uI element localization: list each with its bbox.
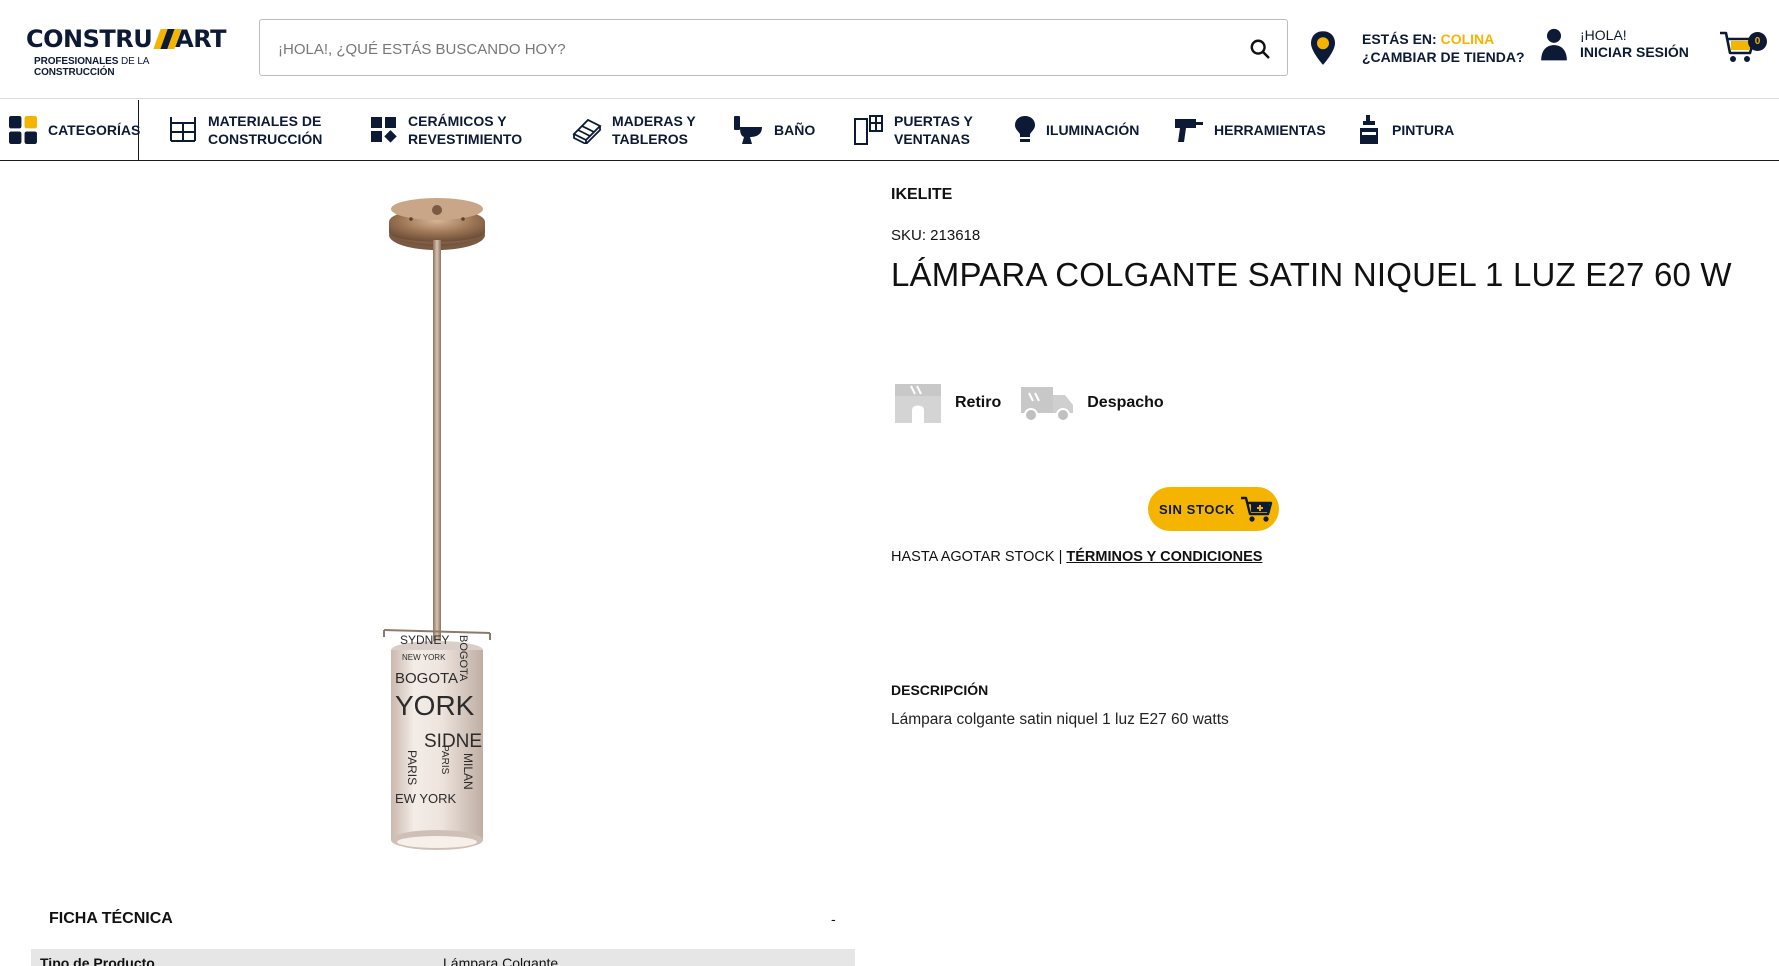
categories-label: CATEGORÍAS: [48, 122, 141, 138]
nav-maderas[interactable]: MADERAS Y TABLEROS: [572, 100, 696, 160]
lightbulb-icon: [1015, 116, 1035, 142]
lamp-print-newyork: NEW YORK: [402, 653, 446, 662]
greeting-text: ¡HOLA!: [1580, 27, 1627, 43]
pickup-label: Retiro: [955, 394, 1002, 411]
nav-herramientas[interactable]: HERRAMIENTAS: [1174, 100, 1326, 160]
logo-m-mark: [153, 29, 182, 49]
logo-tagline: PROFESIONALES DE LA CONSTRUCCIÓN: [34, 56, 149, 78]
add-to-cart-icon: [1240, 496, 1273, 522]
nav-label-line1: PUERTAS Y: [894, 113, 973, 129]
description-text: Lámpara colgante satin niquel 1 luz E27 …: [891, 711, 1229, 728]
door-window-icon: [854, 115, 883, 145]
lamp-print-bogota: BOGOTA: [395, 670, 458, 687]
nav-label-line2: CONSTRUCCIÓN: [208, 131, 323, 147]
nav-label-line1: CERÁMICOS Y: [408, 113, 507, 129]
ficha-tecnica-heading[interactable]: FICHA TÉCNICA: [49, 910, 173, 928]
ficha-collapse-toggle[interactable]: -: [831, 911, 836, 927]
tiles-icon: [371, 117, 397, 143]
stock-button-label: SIN STOCK: [1159, 501, 1235, 517]
nav-materiales[interactable]: MATERIALES DE CONSTRUCCIÓN: [168, 100, 322, 160]
logo-text-right: ART: [175, 25, 226, 53]
table-row: Tipo de Producto Lámpara Colgante: [31, 949, 855, 966]
scaffold-icon: [170, 117, 196, 142]
store-pickup-icon: [895, 384, 941, 423]
search-input[interactable]: [278, 38, 1208, 60]
stock-terms: HASTA AGOTAR STOCK | TÉRMINOS Y CONDICIO…: [891, 549, 1262, 565]
lamp-print-york: YORK: [395, 690, 475, 721]
current-store: ESTÁS EN: COLINA: [1362, 31, 1495, 47]
nav-label-line2: VENTANAS: [894, 131, 970, 147]
location-pin-icon: [1311, 31, 1335, 65]
delivery-truck-icon: [1021, 387, 1074, 422]
logo-text-left: CONSTRU: [26, 25, 153, 53]
login-link[interactable]: INICIAR SESIÓN: [1580, 44, 1689, 61]
nav-bano[interactable]: BAÑO: [732, 100, 815, 160]
delivery-options: Retiro Despacho: [893, 382, 1182, 424]
store-selector[interactable]: ESTÁS EN: COLINA ¿CAMBIAR DE TIENDA?: [1308, 28, 1525, 68]
cart-button[interactable]: 0: [1718, 28, 1768, 68]
pickup-option: Retiro: [893, 382, 1001, 424]
wood-boards-icon: [572, 118, 602, 144]
search-bar: [259, 19, 1288, 76]
lamp-print-ewyork: EW YORK: [395, 791, 456, 806]
lamp-print-sidne: SIDNE: [424, 731, 482, 752]
site-header: CONSTRU ART PROFESIONALES DE LA CONSTRUC…: [0, 0, 1779, 99]
pendant-lamp-illustration: SYDNEY NEW YORK BOGOTA YORK SIDNE PARIS …: [383, 198, 491, 850]
main-nav: CATEGORÍAS MATERIALES DE CONSTRUCCIÓN CER…: [0, 100, 1779, 161]
nav-label-line1: MATERIALES DE: [208, 113, 322, 129]
nav-label-line1: ILUMINACIÓN: [1046, 122, 1140, 138]
lamp-print-paris-2: PARIS: [439, 745, 450, 775]
shipping-label: Despacho: [1087, 394, 1164, 411]
terms-text: HASTA AGOTAR STOCK |: [891, 549, 1067, 565]
toilet-icon: [734, 116, 762, 144]
lamp-print-milan: MILAN: [461, 753, 475, 790]
nav-label-line2: TABLEROS: [612, 131, 688, 147]
description-heading: DESCRIPCIÓN: [891, 682, 989, 698]
nav-label-line1: PINTURA: [1392, 122, 1455, 138]
nav-label-line1: HERRAMIENTAS: [1214, 122, 1326, 138]
lamp-print-paris: PARIS: [405, 750, 419, 785]
categories-grid-icon: [9, 115, 37, 144]
search-icon[interactable]: [1249, 38, 1271, 60]
nav-pintura[interactable]: PINTURA: [1358, 100, 1454, 160]
drill-icon: [1175, 119, 1203, 142]
paint-roller-icon: [1360, 115, 1378, 144]
nav-label-line1: MADERAS Y: [612, 113, 696, 129]
nav-ceramicos[interactable]: CERÁMICOS Y REVESTIMIENTO: [370, 100, 522, 160]
shipping-option: Despacho: [1019, 383, 1164, 423]
nav-iluminacion[interactable]: ILUMINACIÓN: [1014, 100, 1139, 160]
nav-label-line2: REVESTIMIENTO: [408, 131, 523, 147]
lamp-print-sydney: SYDNEY: [400, 633, 449, 647]
product-title: LÁMPARA COLGANTE SATIN NIQUEL 1 LUZ E27 …: [891, 256, 1732, 293]
categories-menu[interactable]: CATEGORÍAS: [0, 100, 141, 160]
change-store-link[interactable]: ¿CAMBIAR DE TIENDA?: [1362, 48, 1525, 66]
terms-link[interactable]: TÉRMINOS Y CONDICIONES: [1066, 549, 1262, 565]
spec-value: Lámpara Colgante: [443, 955, 559, 966]
product-brand[interactable]: IKELITE: [891, 186, 952, 204]
account-login[interactable]: ¡HOLA! INICIAR SESIÓN: [1540, 26, 1689, 62]
spec-key: Tipo de Producto: [40, 955, 155, 966]
construmart-logo[interactable]: CONSTRU ART PROFESIONALES DE LA CONSTRUC…: [26, 25, 226, 78]
product-image[interactable]: SYDNEY NEW YORK BOGOTA YORK SIDNE PARIS …: [108, 185, 783, 855]
nav-label-line1: BAÑO: [774, 122, 816, 138]
store-name: COLINA: [1440, 31, 1495, 47]
product-sku: SKU: 213618: [891, 227, 981, 244]
nav-puertas[interactable]: PUERTAS Y VENTANAS: [854, 100, 973, 160]
lamp-print-bogota-vertical: BOGOTA: [457, 635, 469, 682]
user-icon: [1541, 28, 1567, 61]
cart-count-badge: 0: [1748, 32, 1767, 51]
out-of-stock-button[interactable]: SIN STOCK: [1148, 487, 1279, 531]
